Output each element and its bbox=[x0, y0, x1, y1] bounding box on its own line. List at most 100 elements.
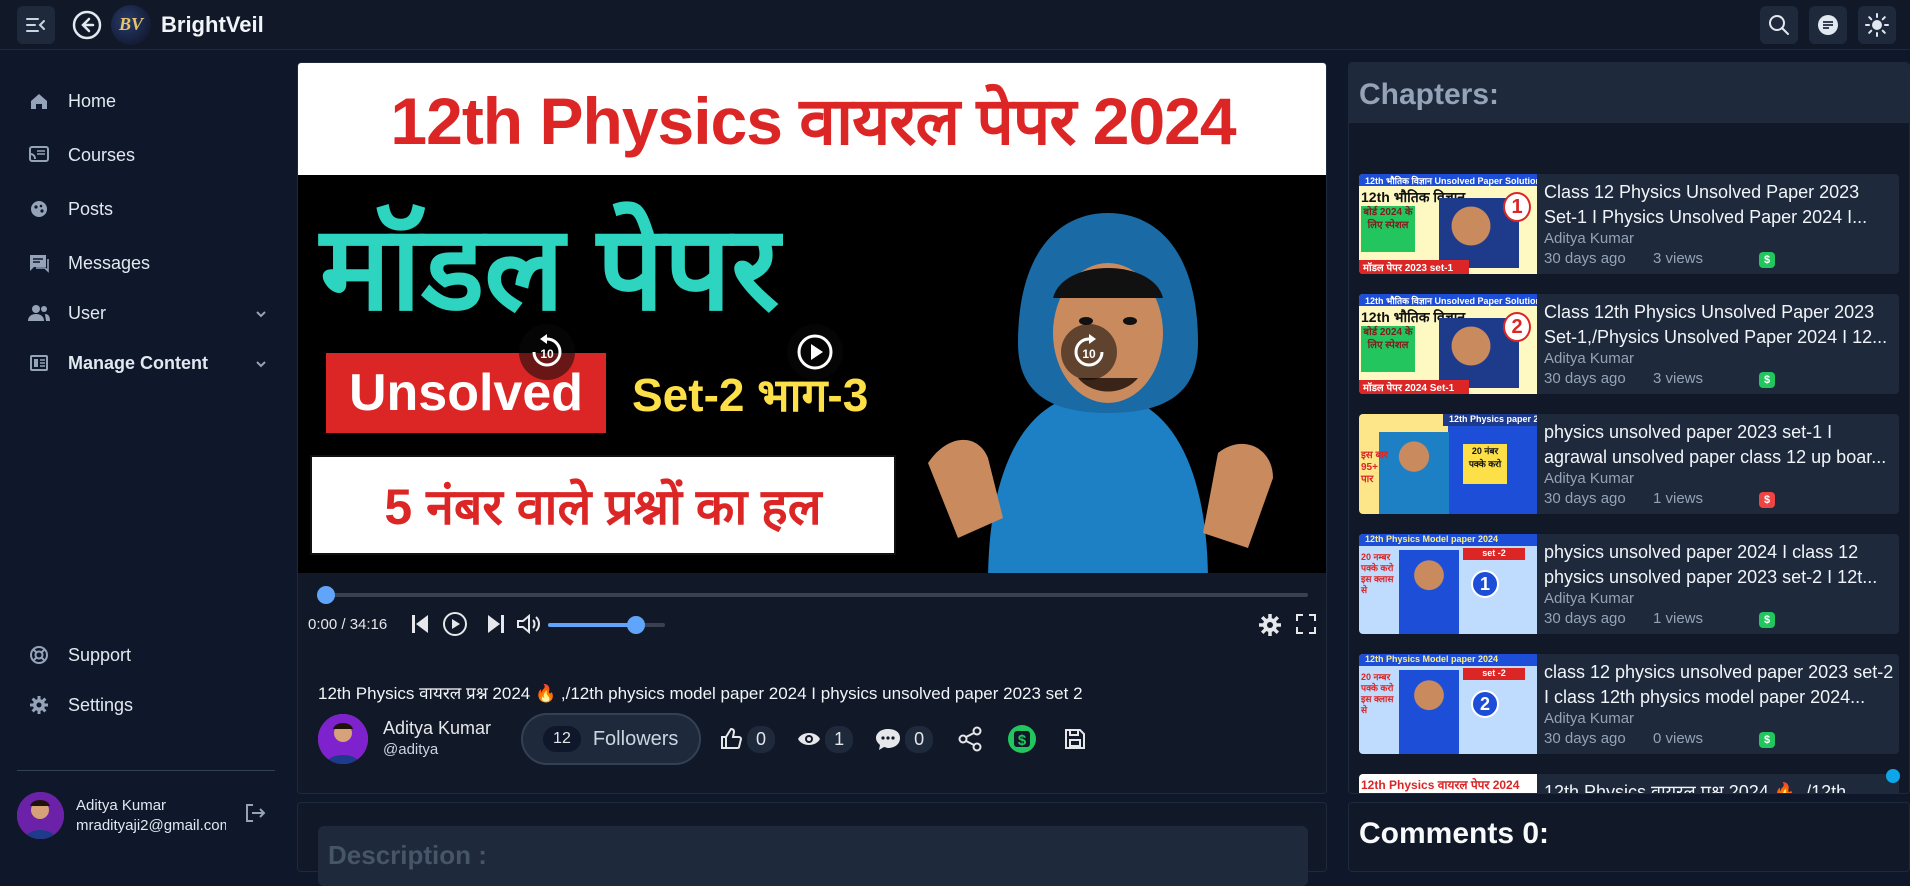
sidebar-item-label: User bbox=[68, 302, 107, 323]
sidebar-item-support[interactable]: Support bbox=[28, 644, 268, 666]
thumbnail-title: 12th Physics वायरल पेपर 2024 bbox=[298, 63, 1326, 175]
collapse-sidebar-button[interactable] bbox=[17, 5, 55, 44]
paid-badge: $ bbox=[1759, 372, 1775, 388]
followers-button[interactable]: 12 Followers bbox=[521, 713, 702, 765]
chapter-item[interactable]: 12th Physics वायरल पेपर 2024 12th Physic… bbox=[1359, 774, 1899, 793]
chapter-views: 3 views bbox=[1653, 370, 1704, 387]
thumbnail-band: 12th Physics वायरल पेपर 2024 bbox=[1361, 778, 1520, 792]
thumbnail-sticker: 20 नम्बर पक्के करो इस क्लास से bbox=[1361, 672, 1394, 715]
dollar-icon: $ bbox=[1008, 725, 1037, 753]
play-button[interactable] bbox=[442, 611, 468, 637]
chapter-date: 30 days ago bbox=[1544, 730, 1626, 747]
fullscreen-icon bbox=[1296, 614, 1316, 634]
chapter-item[interactable]: 12th Physics Model paper 2024 20 नम्बर प… bbox=[1359, 534, 1899, 634]
video-title: 12th Physics वायरल प्रश्न 2024 🔥 ,/12th … bbox=[318, 684, 1083, 703]
thumbnail-band: 12th भौतिक विज्ञान Unsolved Paper Soluti… bbox=[1359, 174, 1537, 186]
back-button[interactable] bbox=[69, 7, 105, 43]
chapter-date: 30 days ago bbox=[1544, 370, 1626, 387]
seek-knob[interactable] bbox=[317, 586, 335, 604]
sidebar-item-user[interactable]: User bbox=[28, 302, 268, 324]
chapter-thumbnail: 12th Physics वायरल पेपर 2024 bbox=[1359, 774, 1537, 793]
theme-toggle-button[interactable] bbox=[1858, 6, 1896, 44]
settings-button[interactable] bbox=[1258, 613, 1282, 637]
chapter-title: physics unsolved paper 2024 I class 12 p… bbox=[1544, 542, 1878, 587]
thumbnail-band: 12th Physics Model paper 2024 bbox=[1359, 654, 1537, 666]
thumbnail-answers-text: 5 नंबर वाले प्रश्नों का हल bbox=[310, 455, 896, 555]
paid-badge: $ bbox=[1759, 492, 1775, 508]
chapter-author: Aditya Kumar bbox=[1544, 470, 1635, 487]
chapter-item[interactable]: 12th Physics paper 2024 इस बार 95+ पार 2… bbox=[1359, 414, 1899, 514]
thumbnail-band: 12th Physics Model paper 2024 bbox=[1359, 534, 1537, 546]
play-circle-icon bbox=[797, 334, 833, 370]
volume-icon bbox=[517, 613, 540, 635]
sidebar-item-posts[interactable]: Posts bbox=[28, 198, 268, 220]
thumbnail-sticker: 20 नम्बर पक्के करो इस क्लास से bbox=[1361, 552, 1394, 595]
sidebar-item-settings[interactable]: Settings bbox=[28, 694, 268, 716]
paid-badge: $ bbox=[1759, 732, 1775, 748]
mute-button[interactable] bbox=[516, 613, 542, 635]
chapter-item[interactable]: 12th Physics Model paper 2024 20 नम्बर प… bbox=[1359, 654, 1899, 754]
chapter-item[interactable]: 12th भौतिक विज्ञान Unsolved Paper Soluti… bbox=[1359, 294, 1899, 394]
brand-logo[interactable]: BV bbox=[111, 4, 151, 45]
chapter-title: Class 12th Physics Unsolved Paper 2023 S… bbox=[1544, 302, 1888, 347]
brand-name[interactable]: BrightVeil bbox=[161, 12, 264, 38]
seek-bar[interactable] bbox=[317, 586, 1308, 604]
chapters-heading: Chapters: bbox=[1349, 63, 1909, 123]
chapter-title: Class 12 Physics Unsolved Paper 2023 Set… bbox=[1544, 182, 1868, 227]
chat-button[interactable] bbox=[1809, 6, 1847, 44]
fullscreen-button[interactable] bbox=[1295, 613, 1317, 635]
sidebar-item-home[interactable]: Home bbox=[28, 90, 268, 112]
chapter-thumbnail: 12th Physics Model paper 2024 20 नम्बर प… bbox=[1359, 534, 1537, 634]
share-icon bbox=[958, 726, 982, 752]
thumbnail-number: 1 bbox=[1503, 192, 1531, 222]
scroll-indicator[interactable] bbox=[1886, 769, 1900, 783]
volume-slider[interactable] bbox=[548, 616, 665, 634]
save-button[interactable] bbox=[1063, 727, 1087, 751]
comments-stat[interactable]: 0 bbox=[875, 725, 934, 753]
chapter-title: physics unsolved paper 2023 set-1 I agra… bbox=[1544, 422, 1887, 467]
volume-knob[interactable] bbox=[626, 616, 645, 634]
sidebar-item-manage-content[interactable]: Manage Content bbox=[28, 352, 268, 374]
author-name[interactable]: Aditya Kumar bbox=[383, 717, 491, 739]
thumbnail-presenter bbox=[1399, 670, 1459, 754]
sidebar-item-courses[interactable]: Courses bbox=[28, 144, 268, 166]
thumbnail-number: 2 bbox=[1503, 312, 1531, 342]
next-button[interactable] bbox=[486, 613, 506, 635]
play-icon bbox=[443, 612, 467, 636]
sidebar-item-messages[interactable]: Messages bbox=[28, 252, 268, 274]
user-email: mradityaji2@gmail.com bbox=[76, 816, 226, 834]
video-thumbnail[interactable]: 12th Physics वायरल पेपर 2024 मॉडल पेपर U… bbox=[298, 63, 1326, 573]
chapter-thumbnail: 12th भौतिक विज्ञान Unsolved Paper Soluti… bbox=[1359, 174, 1537, 274]
chapter-thumbnail: 12th भौतिक विज्ञान Unsolved Paper Soluti… bbox=[1359, 294, 1537, 394]
chapter-item[interactable]: 12th भौतिक विज्ञान Unsolved Paper Soluti… bbox=[1359, 174, 1899, 274]
play-overlay-button[interactable] bbox=[787, 324, 843, 380]
avatar[interactable] bbox=[17, 792, 64, 839]
thumbnail-footer: set -2 bbox=[1463, 548, 1525, 560]
sidebar: Home Courses Posts Messages User Manage … bbox=[0, 58, 293, 858]
thumbnail-heading: मॉडल पेपर bbox=[320, 203, 780, 335]
sun-icon bbox=[1865, 13, 1889, 37]
rewind-10-button[interactable]: 10 bbox=[519, 324, 575, 380]
user-icon bbox=[28, 302, 50, 324]
like-button[interactable]: 0 bbox=[719, 725, 776, 753]
previous-button[interactable] bbox=[410, 613, 430, 635]
rewind-icon: 10 bbox=[532, 334, 562, 367]
search-icon bbox=[1769, 15, 1789, 35]
manage-content-icon bbox=[28, 352, 50, 374]
thumbnail-sticker: 20 नंबर पक्के करो bbox=[1463, 444, 1507, 484]
author-handle: @aditya bbox=[383, 741, 439, 758]
logout-icon[interactable] bbox=[244, 802, 266, 829]
chapters-panel: Chapters: 12th भौतिक विज्ञान Unsolved Pa… bbox=[1348, 62, 1910, 794]
chapter-thumbnail: 12th Physics Model paper 2024 20 नम्बर प… bbox=[1359, 654, 1537, 754]
rewind-label: 10 bbox=[540, 347, 554, 361]
menu-collapse-icon bbox=[26, 17, 45, 32]
chapter-date: 30 days ago bbox=[1544, 610, 1626, 627]
search-button[interactable] bbox=[1760, 6, 1798, 44]
current-user: Aditya Kumar mradityaji2@gmail.com bbox=[17, 792, 275, 839]
time-display: 0:00 / 34:16 bbox=[308, 616, 388, 633]
author-avatar[interactable] bbox=[318, 714, 368, 764]
share-button[interactable] bbox=[957, 726, 983, 752]
forward-10-button[interactable]: 10 bbox=[1061, 324, 1117, 380]
thumbnail-footer: इस बार 95+ पार bbox=[1361, 450, 1388, 485]
donate-button[interactable]: $ bbox=[1007, 724, 1037, 754]
